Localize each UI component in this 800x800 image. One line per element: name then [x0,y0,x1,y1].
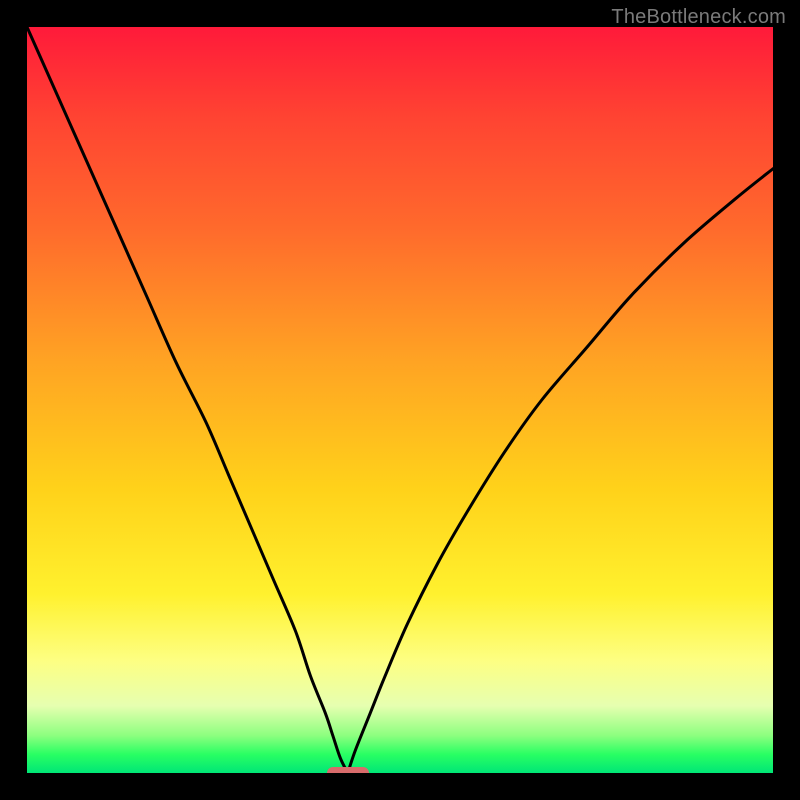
watermark-text: TheBottleneck.com [611,6,786,29]
right-curve [348,169,773,773]
curves-svg [27,27,773,773]
left-curve [27,27,348,773]
bottleneck-marker [327,767,369,773]
plot-area [27,27,773,773]
chart-frame: TheBottleneck.com [0,0,800,800]
